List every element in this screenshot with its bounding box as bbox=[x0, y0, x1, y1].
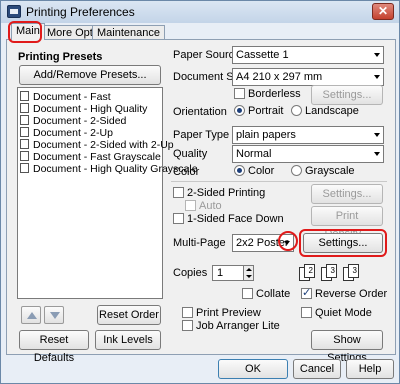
borderless-settings-button[interactable]: Settings... bbox=[311, 85, 383, 105]
highlight-circle-multipage-settings bbox=[299, 229, 387, 257]
borderless-checkbox[interactable] bbox=[234, 88, 245, 99]
two-sided-printing-label: 2-Sided Printing bbox=[187, 187, 266, 199]
collated-pages-icon: 1 3 bbox=[341, 263, 369, 285]
document-icon bbox=[20, 151, 29, 161]
collate-checkbox[interactable] bbox=[242, 288, 253, 299]
document-icon bbox=[20, 103, 29, 113]
tab-maintenance[interactable]: Maintenance bbox=[92, 25, 165, 40]
printing-preferences-window: Printing Preferences ✕ Main More Options… bbox=[0, 0, 400, 384]
two-sided-printing-checkbox[interactable] bbox=[173, 187, 184, 198]
copies-label: Copies bbox=[173, 267, 208, 279]
paper-type-select[interactable]: plain papers bbox=[232, 126, 384, 144]
chevron-down-icon bbox=[374, 75, 380, 79]
highlight-circle-multipage-dropdown bbox=[278, 231, 298, 251]
quiet-mode-label: Quiet Mode bbox=[315, 307, 372, 319]
one-sided-face-down-checkbox[interactable] bbox=[173, 213, 184, 224]
window-title: Printing Preferences bbox=[26, 5, 135, 19]
spinner-buttons[interactable] bbox=[243, 266, 253, 280]
chevron-down-icon bbox=[374, 133, 380, 137]
list-item[interactable]: Document - 2-Sided with 2-Up bbox=[20, 139, 174, 151]
color-radio[interactable] bbox=[234, 165, 245, 176]
paper-source-label: Paper Source bbox=[173, 49, 241, 61]
reset-defaults-button[interactable]: Reset Defaults bbox=[19, 330, 89, 364]
printing-presets-heading: Printing Presets bbox=[18, 51, 103, 63]
print-density-button[interactable]: Print Density... bbox=[311, 206, 383, 240]
reset-order-button[interactable]: Reset Order bbox=[97, 305, 161, 325]
quality-select[interactable]: Normal bbox=[232, 145, 384, 163]
section-divider bbox=[171, 181, 387, 182]
landscape-radio[interactable] bbox=[291, 105, 302, 116]
document-icon bbox=[20, 127, 29, 137]
document-icon bbox=[20, 139, 29, 149]
portrait-label: Portrait bbox=[248, 105, 284, 117]
quiet-mode-checkbox[interactable] bbox=[301, 307, 312, 318]
orientation-label: Orientation bbox=[173, 106, 227, 118]
grayscale-label: Grayscale bbox=[305, 165, 355, 177]
reverse-order-checkbox[interactable] bbox=[301, 286, 312, 299]
color-option-label: Color bbox=[248, 165, 275, 177]
arrow-down-icon bbox=[50, 312, 60, 319]
job-arranger-label: Job Arranger Lite bbox=[196, 320, 280, 332]
landscape-label: Landscape bbox=[305, 105, 359, 117]
document-icon bbox=[20, 91, 29, 101]
title-bar[interactable]: Printing Preferences ✕ bbox=[1, 1, 399, 23]
multi-page-label: Multi-Page bbox=[173, 237, 226, 249]
document-size-select[interactable]: A4 210 x 297 mm bbox=[232, 68, 384, 86]
close-button[interactable]: ✕ bbox=[372, 3, 394, 20]
arrow-up-icon bbox=[27, 312, 37, 319]
ink-levels-button[interactable]: Ink Levels bbox=[95, 330, 161, 350]
two-sided-settings-button[interactable]: Settings... bbox=[311, 184, 383, 204]
paper-source-select[interactable]: Cassette 1 bbox=[232, 46, 384, 64]
list-item[interactable]: Document - Fast Grayscale bbox=[20, 151, 161, 163]
list-item[interactable]: Document - 2-Up bbox=[20, 127, 113, 139]
one-sided-face-down-label: 1-Sided Face Down bbox=[187, 213, 284, 225]
portrait-radio[interactable] bbox=[234, 105, 245, 116]
chevron-down-icon bbox=[374, 53, 380, 57]
arrow-down-icon bbox=[246, 275, 252, 278]
list-item[interactable]: Document - 2-Sided bbox=[20, 115, 126, 127]
list-item[interactable]: Document - High Quality Grayscale bbox=[20, 163, 198, 175]
job-arranger-checkbox[interactable] bbox=[182, 320, 193, 331]
grayscale-radio[interactable] bbox=[291, 165, 302, 176]
show-settings-button[interactable]: Show Settings bbox=[311, 330, 383, 364]
paper-type-label: Paper Type bbox=[173, 129, 230, 141]
copies-spinner[interactable]: 1 bbox=[212, 265, 254, 281]
move-up-button[interactable] bbox=[21, 306, 41, 324]
chevron-down-icon bbox=[374, 152, 380, 156]
cancel-button[interactable]: Cancel bbox=[293, 359, 341, 379]
document-icon bbox=[20, 163, 29, 173]
list-item[interactable]: Document - Fast bbox=[20, 91, 111, 103]
arrow-up-icon bbox=[246, 268, 252, 271]
auto-label: Auto bbox=[199, 200, 222, 212]
highlight-circle-main-tab bbox=[8, 21, 42, 43]
help-button[interactable]: Help bbox=[346, 359, 394, 379]
list-item[interactable]: Document - High Quality bbox=[20, 103, 147, 115]
print-preview-label: Print Preview bbox=[196, 307, 261, 319]
printer-icon bbox=[7, 5, 21, 18]
quality-label: Quality bbox=[173, 148, 208, 160]
document-icon bbox=[20, 115, 29, 125]
ok-button[interactable]: OK bbox=[218, 359, 288, 379]
print-preview-checkbox[interactable] bbox=[182, 307, 193, 318]
collate-label: Collate bbox=[256, 288, 291, 300]
presets-list[interactable]: Document - Fast Document - High Quality … bbox=[17, 87, 198, 299]
auto-checkbox[interactable] bbox=[185, 200, 196, 211]
move-down-button[interactable] bbox=[44, 306, 64, 324]
borderless-label: Borderless bbox=[248, 88, 301, 100]
add-remove-presets-button[interactable]: Add/Remove Presets... bbox=[19, 65, 161, 85]
color-label: Color bbox=[173, 166, 200, 178]
reverse-order-label: Reverse Order bbox=[315, 288, 388, 300]
